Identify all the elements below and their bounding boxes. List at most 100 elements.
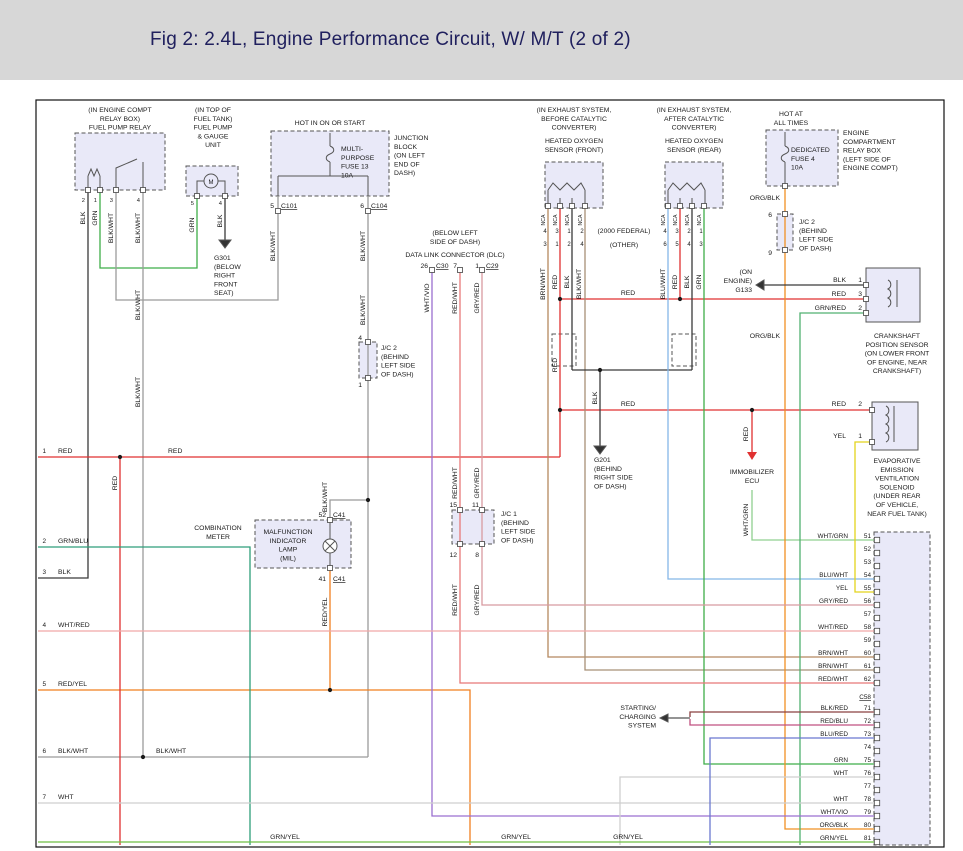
ecm-pin-terminal [874,563,879,568]
label: BLK/WHT [108,213,115,243]
ecm-pin-terminal [874,550,879,555]
terminal-pin [702,204,707,209]
ho2s-front-label: HEATED OXYGENSENSOR (FRONT) [545,138,604,154]
ecm-pin-number: 73 [864,731,872,738]
ecm-pin-number: 52 [864,546,872,553]
label: RED [168,448,182,455]
ecm-pin-terminal [874,641,879,646]
label: 41 [318,576,326,583]
jc1-box [452,510,494,544]
crankshaft-sensor-box [866,268,920,322]
terminal-pin [276,209,281,214]
ecm-pin-number: 54 [864,572,872,579]
terminal-pin [328,566,333,571]
label: C104 [371,203,387,210]
label: C41 [333,512,346,519]
diagram-frame [36,100,944,847]
terminal-pin [783,184,788,189]
label: RED/YEL [322,597,329,626]
ecm-pin-number: 57 [864,611,872,618]
ecm-wire-label: RED/WHT [818,676,848,683]
row-wire-label: WHT [58,794,73,801]
terminal-pin [430,268,435,273]
terminal-pin [870,408,875,413]
ecm-pin-terminal [874,813,879,818]
label: 26 [420,263,428,270]
ecm-pin-number: 61 [864,663,872,670]
label: 1 [94,198,97,204]
terminal-pin [223,194,228,199]
ecm-pin-terminal [874,774,879,779]
ecm-pin-number: 58 [864,624,872,631]
terminal-pin [570,204,575,209]
label: BLK/WHT [156,748,186,755]
ecm-box [874,532,930,845]
ecm-wire-label: WHT [833,770,848,777]
label: GRY/RED [474,467,481,498]
ecm-pin-terminal [874,735,879,740]
ecm-pin-number: 77 [864,783,872,790]
ecm-pin-number: 72 [864,718,872,725]
terminal-pin [366,340,371,345]
label: 1 [858,277,862,284]
row-number: 6 [42,748,46,755]
label: RED [112,476,119,490]
nca-label: NCA [553,214,559,225]
label: 9 [768,250,772,257]
label: 3 [110,198,113,204]
nca-label: NCA [565,214,571,225]
ecm-pin-terminal [874,748,879,753]
terminal-pin [480,508,485,513]
ho2s-rear-box [665,162,723,208]
junction-dot [558,297,562,301]
nca-label: NCA [541,214,547,225]
terminal-pin [480,542,485,547]
ecm-wire-label: GRN [834,757,849,764]
terminal-pin [458,508,463,513]
label: BLK [592,391,599,404]
label: 2 [858,305,862,312]
label: RED [552,358,559,372]
ecm-wire-label: ORG/BLK [820,822,849,829]
label: BLK [217,214,224,227]
label: BLK/WHT [270,231,277,261]
row-number: 1 [42,448,46,455]
ecm-connector-label: C58 [859,694,871,701]
terminal-pin [558,204,563,209]
terminal-pin [141,188,146,193]
label: 15 [449,502,457,509]
label: C30 [436,263,449,270]
label: C41 [333,576,346,583]
g133-label: G133 [735,287,752,294]
row-number: 2 [42,538,46,545]
label: GRY/RED [474,584,481,615]
wiring-diagram: (IN ENGINE COMPTRELAY BOX)FUEL PUMP RELA… [0,0,963,851]
nca-label: NCA [661,214,667,225]
label: GRN [189,217,196,232]
ecm-pin-terminal [874,537,879,542]
label: BLK [80,211,87,224]
ecm-pin-number: 76 [864,770,872,777]
label: 5 [191,201,194,207]
ecm-pin-terminal [874,722,879,727]
row-wire-label: WHT/RED [58,622,90,629]
label: RED [743,427,750,441]
ecm-pin-terminal [874,826,879,831]
row-wire-label: RED [58,448,72,455]
row-number: 4 [42,622,46,629]
ecm-pin-terminal [874,787,879,792]
label: WHT/VIO [424,283,431,312]
ecm-pin-terminal [874,654,879,659]
ecm-wire-label: BLU/WHT [819,572,848,579]
label: RED/WHT [452,467,459,499]
ecm-wire-label: BLK/RED [821,705,849,712]
terminal-pin [783,212,788,217]
junction-dot [141,755,145,759]
label: 6 [768,212,772,219]
nca-label: NCA [578,214,584,225]
label: C101 [281,203,297,210]
label: GRN [92,210,99,225]
label: (OTHER) [610,242,638,249]
label: M [209,180,214,186]
title-bar: Fig 2: 2.4L, Engine Performance Circuit,… [0,0,963,80]
